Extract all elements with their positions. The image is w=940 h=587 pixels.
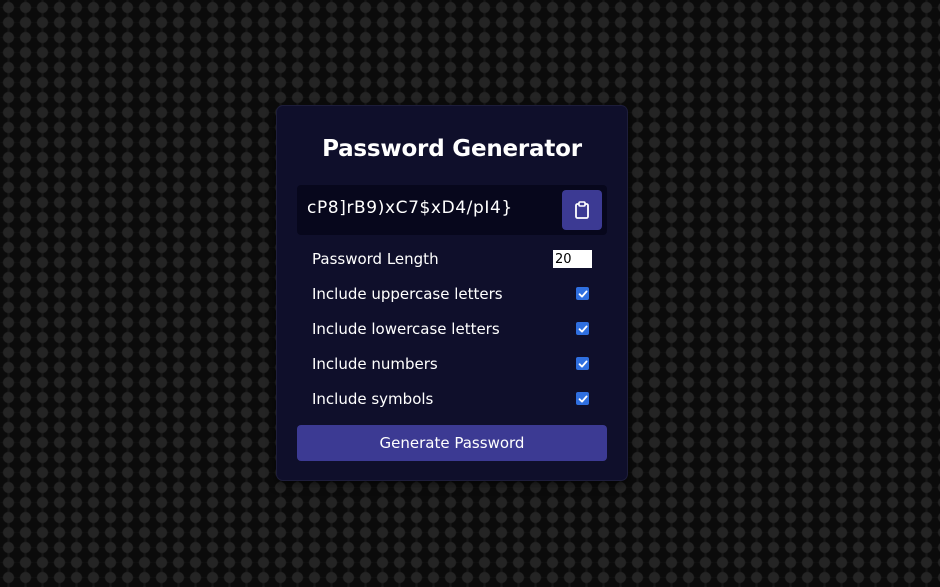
numbers-label: Include numbers <box>312 355 438 373</box>
symbols-label: Include symbols <box>312 390 434 408</box>
setting-password-length: Password Length <box>312 248 592 270</box>
checkmark-icon <box>578 290 587 297</box>
setting-lowercase: Include lowercase letters <box>312 318 592 340</box>
copy-button[interactable] <box>562 190 602 230</box>
clipboard-icon <box>575 201 589 219</box>
lowercase-label: Include lowercase letters <box>312 320 500 338</box>
setting-symbols: Include symbols <box>312 388 592 410</box>
generated-password: cP8]rB9)xC7$xD4/pI4} <box>307 198 513 218</box>
numbers-checkbox[interactable] <box>576 357 589 370</box>
password-length-input[interactable] <box>553 250 592 268</box>
page-title: Password Generator <box>322 136 582 162</box>
checkmark-icon <box>578 360 587 367</box>
setting-uppercase: Include uppercase letters <box>312 283 592 305</box>
password-result-container: cP8]rB9)xC7$xD4/pI4} <box>297 185 607 235</box>
generate-password-button[interactable]: Generate Password <box>297 425 607 461</box>
password-generator-card: Password Generator cP8]rB9)xC7$xD4/pI4} … <box>277 106 627 480</box>
uppercase-checkbox[interactable] <box>576 287 589 300</box>
uppercase-label: Include uppercase letters <box>312 285 503 303</box>
password-length-label: Password Length <box>312 250 439 268</box>
checkmark-icon <box>578 395 587 402</box>
symbols-checkbox[interactable] <box>576 392 589 405</box>
checkmark-icon <box>578 325 587 332</box>
setting-numbers: Include numbers <box>312 353 592 375</box>
lowercase-checkbox[interactable] <box>576 322 589 335</box>
